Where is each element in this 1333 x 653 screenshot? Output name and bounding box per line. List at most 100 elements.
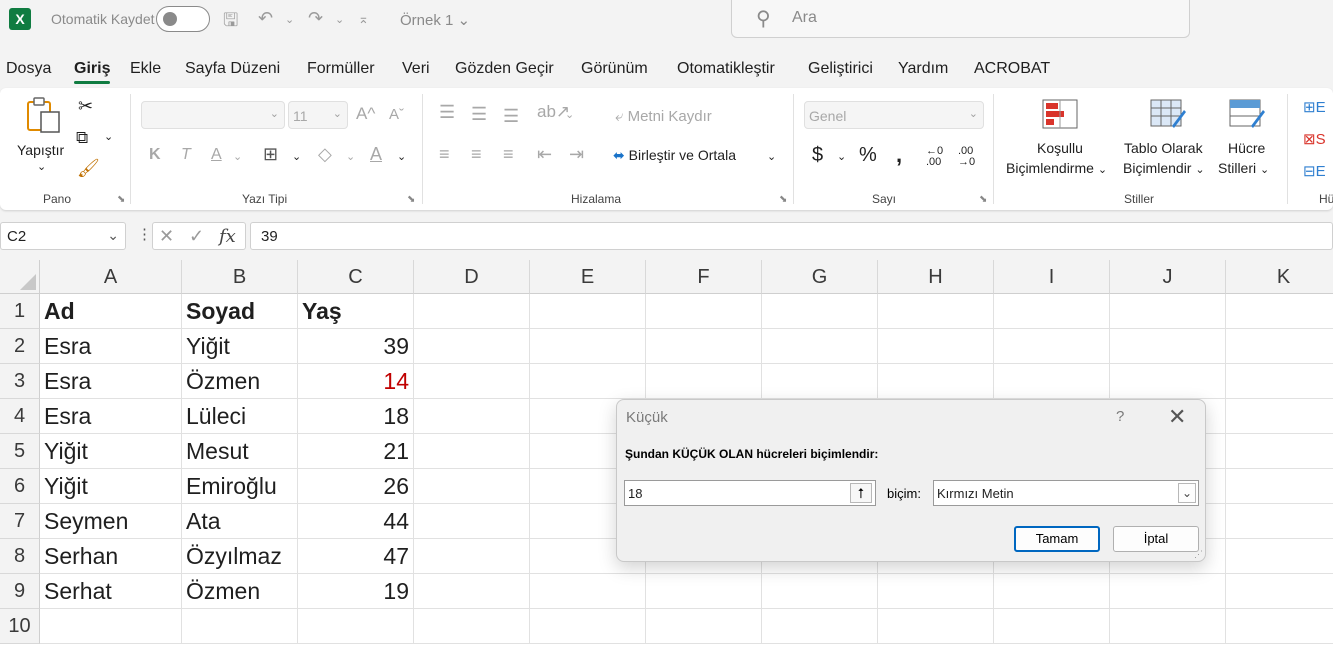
search-box[interactable]: ⚲ Ara [731,0,1190,38]
bold-button[interactable]: K [149,146,161,164]
cell-e9[interactable] [530,574,646,609]
cell-k2[interactable] [1226,329,1333,364]
pano-launcher-icon[interactable]: ⬊ [117,194,125,205]
cell-c5[interactable]: 21 [298,434,414,469]
underline-icon[interactable]: A [211,146,222,164]
align-top-icon[interactable]: ☰ [439,102,455,123]
hizalama-launcher-icon[interactable]: ⬊ [779,194,787,205]
cell-e3[interactable] [530,364,646,399]
collapse-dialog-icon[interactable]: ⭡ [850,483,872,503]
cell-h10[interactable] [878,609,994,644]
cell-d2[interactable] [414,329,530,364]
tab-sayfa-duzeni[interactable]: Sayfa Düzeni [185,60,280,78]
help-button[interactable]: ? [1116,408,1124,425]
cell-b2[interactable]: Yiğit [182,329,298,364]
column-header-e[interactable]: E [530,260,646,294]
column-header-g[interactable]: G [762,260,878,294]
more-options-icon[interactable]: ⋮ [137,225,152,243]
fill-color-icon[interactable]: ◇ [318,144,332,165]
cell-i1[interactable] [994,294,1110,329]
increase-font-icon[interactable]: A^ [356,104,375,124]
cell-c3[interactable]: 14 [298,364,414,399]
percent-icon[interactable]: % [859,144,877,167]
row-header-5[interactable]: 5 [0,434,40,469]
row-header-2[interactable]: 2 [0,329,40,364]
font-color-dropdown-icon[interactable]: ⌄ [397,150,406,163]
fill-color-dropdown-icon[interactable]: ⌄ [346,150,355,163]
cell-d1[interactable] [414,294,530,329]
cell-c9[interactable]: 19 [298,574,414,609]
tab-gelistirici[interactable]: Geliştirici [808,60,873,78]
cell-c7[interactable]: 44 [298,504,414,539]
format-as-table-icon[interactable] [1150,98,1186,130]
cell-a2[interactable]: Esra [40,329,182,364]
formula-input[interactable]: 39 [250,222,1333,250]
cell-k8[interactable] [1226,539,1333,574]
conditional-formatting-icon[interactable] [1042,98,1078,130]
currency-dropdown-icon[interactable]: ⌄ [837,150,846,163]
enter-icon[interactable]: ✓ [189,226,204,247]
cell-j10[interactable] [1110,609,1226,644]
cell-i2[interactable] [994,329,1110,364]
align-left-icon[interactable]: ≡ [439,144,450,165]
cell-j2[interactable] [1110,329,1226,364]
autosave-toggle[interactable] [156,6,210,32]
increase-indent-icon[interactable]: ⇥ [569,144,584,165]
column-header-a[interactable]: A [40,260,182,294]
cell-a4[interactable]: Esra [40,399,182,434]
row-header-9[interactable]: 9 [0,574,40,609]
format-as-table-button[interactable]: Biçimlendir ⌄ [1123,160,1205,176]
underline-dropdown-icon[interactable]: ⌄ [233,150,242,163]
cell-j1[interactable] [1110,294,1226,329]
cell-g2[interactable] [762,329,878,364]
cell-b1[interactable]: Soyad [182,294,298,329]
cell-h9[interactable] [878,574,994,609]
cell-f9[interactable] [646,574,762,609]
redo-icon[interactable]: ↷ [308,8,323,29]
cell-f1[interactable] [646,294,762,329]
close-icon[interactable]: ✕ [1168,404,1186,430]
cell-b7[interactable]: Ata [182,504,298,539]
tab-acrobat[interactable]: ACROBAT [974,60,1050,78]
save-icon[interactable]: 🖫 [223,8,238,38]
cell-d4[interactable] [414,399,530,434]
cell-b5[interactable]: Mesut [182,434,298,469]
cell-c10[interactable] [298,609,414,644]
row-header-1[interactable]: 1 [0,294,40,329]
customize-toolbar-icon[interactable]: ⌅ [358,11,369,27]
cell-c1[interactable]: Yaş [298,294,414,329]
copy-icon[interactable]: ⧉ [76,128,88,148]
cell-k1[interactable] [1226,294,1333,329]
font-size-combo[interactable]: 11 ⌄ [288,101,348,129]
tab-formuller[interactable]: Formüller [307,60,375,78]
cell-k5[interactable] [1226,434,1333,469]
currency-icon[interactable]: $ [812,144,823,167]
cell-d8[interactable] [414,539,530,574]
cell-e10[interactable] [530,609,646,644]
tab-giris[interactable]: Giriş [74,60,111,84]
cell-styles-button[interactable]: Stilleri ⌄ [1218,160,1269,176]
cell-a3[interactable]: Esra [40,364,182,399]
name-box[interactable]: C2 ⌄ [0,222,126,250]
tab-yardim[interactable]: Yardım [898,60,948,78]
cell-c6[interactable]: 26 [298,469,414,504]
cell-a8[interactable]: Serhan [40,539,182,574]
tab-dosya[interactable]: Dosya [6,60,51,78]
cell-f3[interactable] [646,364,762,399]
cell-b6[interactable]: Emiroğlu [182,469,298,504]
cell-h1[interactable] [878,294,994,329]
cell-d7[interactable] [414,504,530,539]
insert-function-icon[interactable]: fx [219,226,236,247]
cell-g3[interactable] [762,364,878,399]
document-name[interactable]: Örnek 1 ⌄ [400,11,470,29]
resize-grip-icon[interactable]: ⋰ [1194,549,1203,560]
cell-d10[interactable] [414,609,530,644]
cell-d9[interactable] [414,574,530,609]
conditional-formatting-button[interactable]: Biçimlendirme ⌄ [1006,160,1107,176]
font-name-combo[interactable]: ⌄ [141,101,285,129]
cell-c2[interactable]: 39 [298,329,414,364]
tab-otomatiklestir[interactable]: Otomatikleştir [677,60,775,78]
delete-cells-icon[interactable]: ⊠S [1303,130,1326,148]
cell-g9[interactable] [762,574,878,609]
cancel-button[interactable]: İptal [1113,526,1199,552]
